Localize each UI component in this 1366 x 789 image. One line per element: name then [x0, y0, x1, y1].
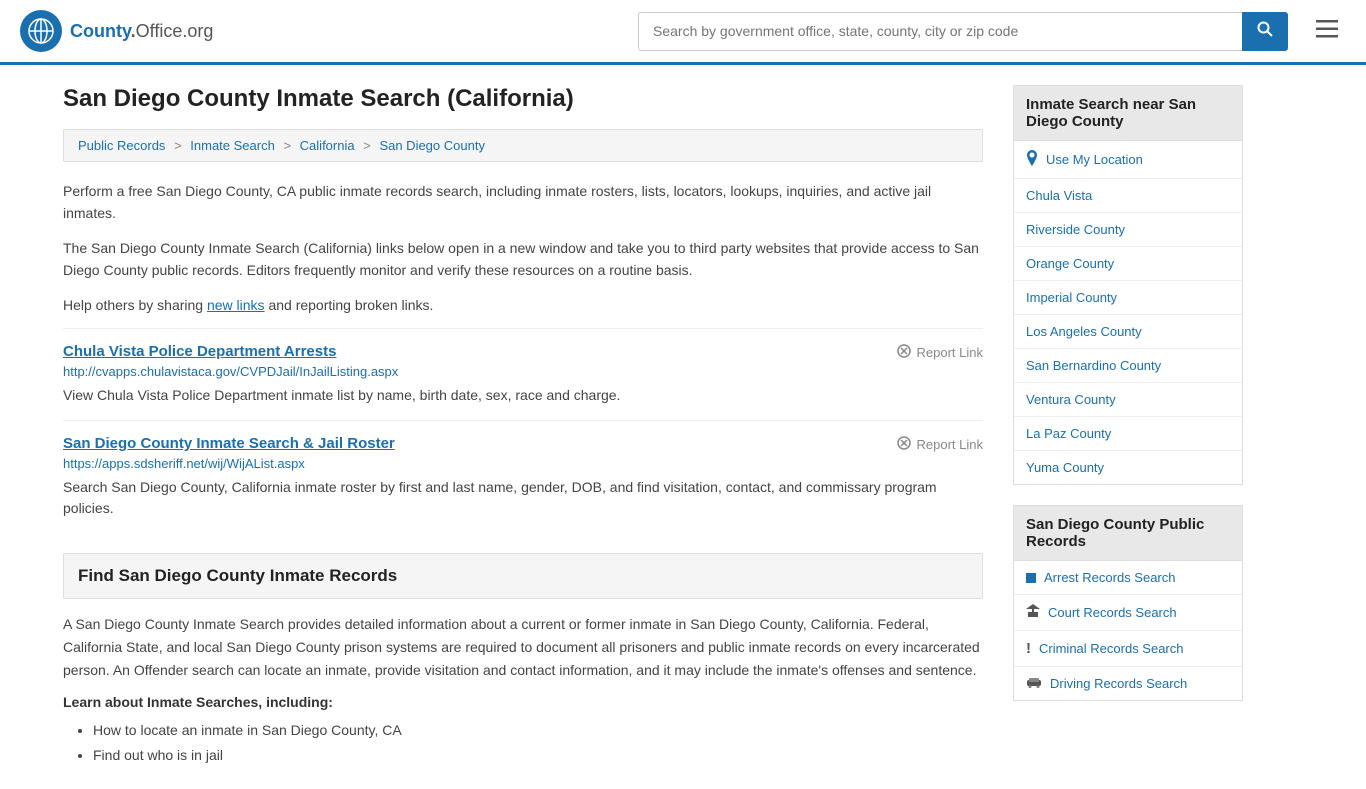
sidebar-item-los-angeles[interactable]: Los Angeles County	[1014, 315, 1242, 349]
link-url-1: http://cvapps.chulavistaca.gov/CVPDJail/…	[63, 364, 983, 379]
court-records-link[interactable]: Court Records Search	[1048, 605, 1177, 620]
description-2: The San Diego County Inmate Search (Cali…	[63, 237, 983, 282]
sidebar-item-use-my-location[interactable]: Use My Location	[1014, 141, 1242, 179]
learn-heading: Learn about Inmate Searches, including:	[63, 694, 983, 710]
san-bernardino-county-link[interactable]: San Bernardino County	[1026, 358, 1161, 373]
link-entry-2: San Diego County Inmate Search & Jail Ro…	[63, 420, 983, 533]
court-records-icon	[1026, 604, 1040, 621]
riverside-county-link[interactable]: Riverside County	[1026, 222, 1125, 237]
chula-vista-link[interactable]: Chula Vista	[1026, 188, 1092, 203]
sidebar-item-yuma[interactable]: Yuma County	[1014, 451, 1242, 484]
sidebar-public-records-header: San Diego County Public Records	[1013, 505, 1243, 560]
breadcrumb-inmate-search[interactable]: Inmate Search	[190, 138, 275, 153]
sidebar-item-riverside[interactable]: Riverside County	[1014, 213, 1242, 247]
imperial-county-link[interactable]: Imperial County	[1026, 290, 1117, 305]
header: County.Office.org	[0, 0, 1366, 65]
report-icon-2	[896, 435, 912, 455]
learn-list: How to locate an inmate in San Diego Cou…	[63, 718, 983, 768]
search-input[interactable]	[638, 12, 1242, 51]
sidebar-item-orange[interactable]: Orange County	[1014, 247, 1242, 281]
sidebar: Inmate Search near San Diego County Use …	[1013, 85, 1243, 769]
arrest-records-icon	[1026, 573, 1036, 583]
breadcrumb: Public Records > Inmate Search > Califor…	[63, 129, 983, 162]
sidebar-item-imperial[interactable]: Imperial County	[1014, 281, 1242, 315]
logo-icon	[20, 10, 62, 52]
main-content: San Diego County Inmate Search (Californ…	[63, 85, 983, 769]
sidebar-nearby-section: Inmate Search near San Diego County Use …	[1013, 85, 1243, 485]
report-link-1[interactable]: Report Link	[896, 343, 983, 363]
report-link-2[interactable]: Report Link	[896, 435, 983, 455]
search-area	[638, 12, 1288, 51]
find-section-title: Find San Diego County Inmate Records	[78, 566, 968, 586]
page-container: San Diego County Inmate Search (Californ…	[33, 65, 1333, 789]
breadcrumb-sep-1: >	[174, 138, 185, 153]
sidebar-item-criminal-records[interactable]: ! Criminal Records Search	[1014, 631, 1242, 667]
link-title-1[interactable]: Chula Vista Police Department Arrests	[63, 343, 336, 360]
breadcrumb-public-records[interactable]: Public Records	[78, 138, 165, 153]
sidebar-item-san-bernardino[interactable]: San Bernardino County	[1014, 349, 1242, 383]
sidebar-item-arrest-records[interactable]: Arrest Records Search	[1014, 561, 1242, 595]
sidebar-public-records-list: Arrest Records Search Court Records Sear…	[1013, 560, 1243, 701]
arrest-records-link[interactable]: Arrest Records Search	[1044, 570, 1176, 585]
breadcrumb-california[interactable]: California	[300, 138, 355, 153]
logo-text: County.Office.org	[70, 21, 213, 42]
yuma-county-link[interactable]: Yuma County	[1026, 460, 1104, 475]
report-label-2: Report Link	[917, 437, 983, 452]
driving-records-icon	[1026, 676, 1042, 691]
sidebar-nearby-list: Use My Location Chula Vista Riverside Co…	[1013, 140, 1243, 485]
use-my-location-link[interactable]: Use My Location	[1046, 152, 1143, 167]
los-angeles-county-link[interactable]: Los Angeles County	[1026, 324, 1142, 339]
breadcrumb-sep-2: >	[283, 138, 294, 153]
body-text: A San Diego County Inmate Search provide…	[63, 613, 983, 682]
criminal-records-icon: !	[1026, 640, 1031, 657]
link-desc-1: View Chula Vista Police Department inmat…	[63, 385, 983, 406]
sidebar-nearby-header: Inmate Search near San Diego County	[1013, 85, 1243, 140]
sidebar-item-driving-records[interactable]: Driving Records Search	[1014, 667, 1242, 700]
breadcrumb-san-diego[interactable]: San Diego County	[379, 138, 485, 153]
sidebar-item-chula-vista[interactable]: Chula Vista	[1014, 179, 1242, 213]
link-desc-2: Search San Diego County, California inma…	[63, 477, 983, 519]
page-title: San Diego County Inmate Search (Californ…	[63, 85, 983, 113]
sidebar-item-ventura[interactable]: Ventura County	[1014, 383, 1242, 417]
sidebar-item-la-paz[interactable]: La Paz County	[1014, 417, 1242, 451]
sidebar-item-court-records[interactable]: Court Records Search	[1014, 595, 1242, 631]
breadcrumb-sep-3: >	[363, 138, 374, 153]
search-button[interactable]	[1242, 12, 1288, 51]
sidebar-public-records-section: San Diego County Public Records Arrest R…	[1013, 505, 1243, 701]
logo[interactable]: County.Office.org	[20, 10, 213, 52]
report-label-1: Report Link	[917, 345, 983, 360]
description-3: Help others by sharing new links and rep…	[63, 294, 983, 316]
link-title-2[interactable]: San Diego County Inmate Search & Jail Ro…	[63, 435, 395, 452]
find-section: Find San Diego County Inmate Records	[63, 553, 983, 599]
criminal-records-link[interactable]: Criminal Records Search	[1039, 641, 1184, 656]
new-links-link[interactable]: new links	[207, 297, 265, 313]
orange-county-link[interactable]: Orange County	[1026, 256, 1114, 271]
link-url-2: https://apps.sdsheriff.net/wij/WijAList.…	[63, 456, 983, 471]
report-icon-1	[896, 343, 912, 363]
location-pin-icon	[1026, 150, 1038, 169]
learn-item-2: Find out who is in jail	[93, 743, 983, 768]
driving-records-link[interactable]: Driving Records Search	[1050, 676, 1187, 691]
menu-button[interactable]	[1308, 14, 1346, 48]
description-1: Perform a free San Diego County, CA publ…	[63, 180, 983, 225]
la-paz-county-link[interactable]: La Paz County	[1026, 426, 1111, 441]
ventura-county-link[interactable]: Ventura County	[1026, 392, 1116, 407]
learn-item-1: How to locate an inmate in San Diego Cou…	[93, 718, 983, 743]
link-entry-1: Chula Vista Police Department Arrests Re…	[63, 328, 983, 420]
